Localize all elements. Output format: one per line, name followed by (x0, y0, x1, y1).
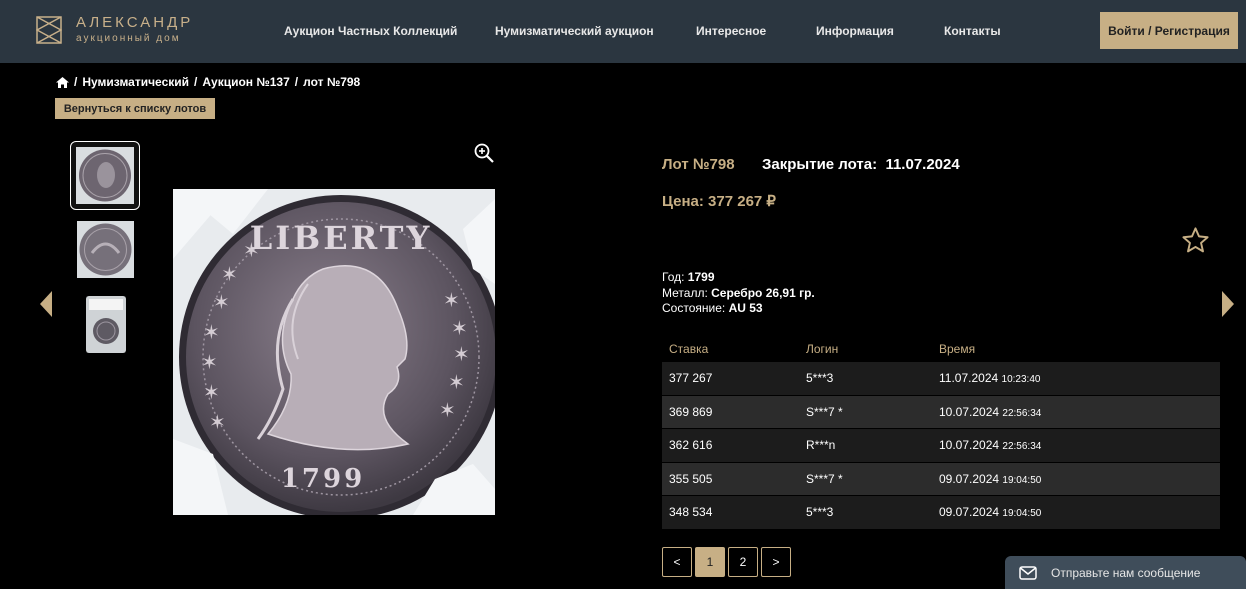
logo[interactable]: АЛЕКСАНДР аукционный дом (36, 15, 193, 44)
gallery-next-arrow-icon[interactable] (1222, 291, 1234, 317)
coin-legend: LIBERTY (250, 219, 433, 257)
coin-obverse-image: ✶✶✶ ✶✶✶ ✶✶✶ ✶✶✶ LIBERTY 1799 (173, 189, 495, 515)
thumbnail-slab[interactable] (86, 296, 126, 353)
chat-widget[interactable]: Отправьте нам сообщение (1005, 556, 1246, 589)
breadcrumb-separator: / (294, 75, 299, 89)
spec-metal: Металл: Серебро 26,91 гр. (662, 285, 815, 300)
logo-name: АЛЕКСАНДР (76, 14, 194, 31)
pagination-page-1[interactable]: 1 (695, 547, 725, 577)
table-row: 377 267 5***3 11.07.2024 10:23:40 (662, 362, 1220, 396)
nav-contacts[interactable]: Контакты (944, 24, 1001, 38)
home-icon[interactable] (56, 76, 69, 88)
pagination: < 1 2 > (662, 547, 791, 577)
svg-text:✶: ✶ (203, 320, 220, 344)
svg-text:✶: ✶ (213, 290, 230, 314)
header-bid: Ставка (669, 342, 709, 356)
breadcrumb-separator: / (74, 75, 78, 89)
lot-specs: Год: 1799 Металл: Серебро 26,91 гр. Сост… (662, 270, 815, 317)
nav-numismatic-auction[interactable]: Нумизматический аукцион (495, 24, 654, 38)
table-row: 348 534 5***3 09.07.2024 19:04:50 (662, 496, 1220, 530)
svg-text:✶: ✶ (201, 350, 218, 374)
nav-information[interactable]: Информация (816, 24, 894, 38)
closing-date: 11.07.2024 (885, 156, 960, 173)
table-row: 362 616 R***n 10.07.2024 22:56:34 (662, 429, 1220, 463)
closing-label: Закрытие лота: (762, 156, 878, 173)
login-register-button[interactable]: Войти / Регистрация (1100, 12, 1238, 49)
zoom-in-icon[interactable] (474, 143, 494, 163)
pagination-page-2[interactable]: 2 (728, 547, 758, 577)
thumbnail-reverse[interactable] (77, 221, 134, 278)
logo-icon (36, 15, 62, 44)
slab-thumb-icon (86, 296, 126, 353)
header-time: Время (939, 342, 976, 356)
breadcrumb-auction[interactable]: Аукцион №137 (202, 75, 289, 89)
back-to-lots-button[interactable]: Вернуться к списку лотов (55, 98, 215, 119)
gallery-prev-arrow-icon[interactable] (40, 291, 52, 317)
lot-closing: Закрытие лота: 11.07.2024 (762, 156, 960, 173)
lot-price: Цена: 377 267 ₽ (662, 193, 776, 210)
svg-text:✶: ✶ (439, 398, 456, 422)
header-login: Логин (806, 342, 839, 356)
svg-text:✶: ✶ (209, 410, 226, 434)
table-row: 369 869 S***7 * 10.07.2024 22:56:34 (662, 395, 1220, 429)
spec-year: Год: 1799 (662, 270, 715, 284)
breadcrumb: / Нумизматический / Аукцион №137 / лот №… (56, 75, 360, 89)
thumbnail-obverse[interactable] (70, 141, 140, 210)
logo-subtitle: аукционный дом (76, 33, 181, 44)
coin-year: 1799 (281, 464, 365, 494)
svg-text:✶: ✶ (443, 288, 460, 312)
coin-obverse-thumb-icon (76, 147, 134, 204)
breadcrumb-separator: / (194, 75, 198, 89)
lot-number: Лот №798 (662, 156, 735, 173)
svg-text:✶: ✶ (451, 316, 468, 340)
pagination-next-button[interactable]: > (761, 547, 791, 577)
table-row: 355 505 S***7 * 09.07.2024 19:04:50 (662, 462, 1220, 496)
breadcrumb-lot: лот №798 (303, 75, 361, 89)
svg-text:✶: ✶ (453, 342, 470, 366)
svg-text:✶: ✶ (448, 370, 465, 394)
site-header: АЛЕКСАНДР аукционный дом Аукцион Частных… (0, 0, 1246, 63)
svg-text:✶: ✶ (221, 262, 238, 286)
spec-condition: Состояние: AU 53 (662, 301, 763, 315)
breadcrumb-numismatic[interactable]: Нумизматический (82, 75, 189, 89)
bids-table-header: Ставка Логин Время (662, 336, 1220, 362)
coin-reverse-thumb-icon (77, 221, 134, 278)
nav-interesting[interactable]: Интересное (696, 24, 766, 38)
pagination-prev-button[interactable]: < (662, 547, 692, 577)
mail-icon (1019, 565, 1037, 580)
bids-table: Ставка Логин Время 377 267 5***3 11.07.2… (662, 336, 1220, 530)
chat-label: Отправьте нам сообщение (1051, 565, 1201, 580)
favorite-star-icon[interactable] (1181, 226, 1210, 255)
svg-text:✶: ✶ (203, 380, 220, 404)
lot-main-image[interactable]: ✶ ✶ ✶ ✶ ✶ ✶ ✶ ✶ ✶ ✶ ✶ ✶ LIBERTY 1799 (173, 189, 495, 515)
nav-private-collections[interactable]: Аукцион Частных Коллекций (284, 24, 457, 38)
